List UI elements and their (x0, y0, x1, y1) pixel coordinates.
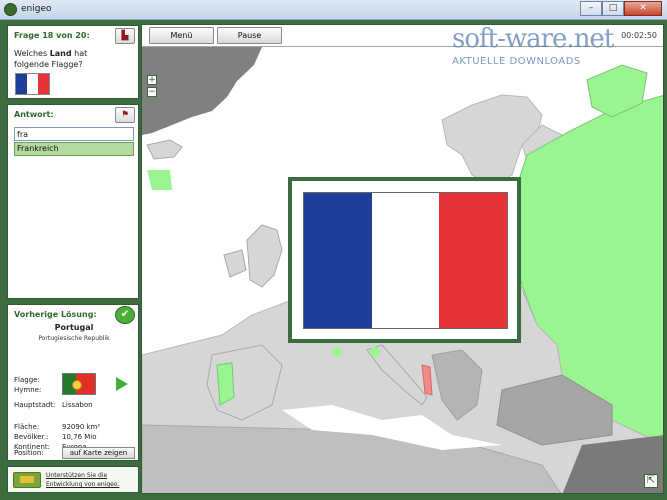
population-label: Bevölker.: (14, 433, 49, 441)
watermark-brand: soft-ware.net (452, 24, 614, 54)
portugal[interactable] (216, 362, 235, 406)
previous-solution-panel: Vorherige Lösung: ✔ Portugal Portugiesis… (7, 304, 139, 461)
flag-large-stripe-3 (439, 193, 508, 328)
answer-title: Antwort: (14, 110, 54, 119)
question-flag-large (303, 192, 508, 329)
area-value: 92090 km² (62, 423, 101, 431)
play-anthem-icon[interactable] (116, 377, 128, 391)
question-flag (15, 73, 50, 95)
close-button[interactable]: ✕ (624, 1, 662, 16)
support-link[interactable]: Unterstützen Sie die Entwicklung von eni… (46, 471, 138, 489)
flag-stripe-1 (16, 74, 27, 94)
game-timer: 00:02:50 (621, 31, 657, 40)
minimize-button[interactable]: – (580, 1, 602, 16)
previous-title: Vorherige Lösung: (14, 310, 97, 319)
title-bar: enigeo – □ ✕ (0, 0, 667, 20)
question-counter: Frage 18 von 20: (14, 31, 90, 40)
thumbs-up-icon: ✔ (115, 306, 135, 324)
answered-island-1[interactable] (332, 347, 342, 357)
money-icon (13, 472, 41, 488)
window-title: enigeo (21, 4, 52, 14)
app-frame: Frage 18 von 20: ▙ Welches Land hat folg… (3, 20, 664, 497)
previous-flag (62, 373, 96, 395)
support-line1: Unterstützen Sie die (46, 472, 108, 479)
previous-full-name: Portugiesische Republik (38, 335, 110, 342)
question-text: Welches Land hat folgende Flagge? (14, 48, 124, 70)
capital-label: Hauptstadt: (14, 401, 56, 409)
question-text-line2: folgende Flagge? (14, 60, 83, 69)
answer-suggestion[interactable]: Frankreich (14, 142, 134, 156)
app-icon (4, 3, 17, 16)
flag-stripe-2 (27, 74, 38, 94)
previous-country: Portugal (54, 323, 94, 332)
capital-value: Lissabon (62, 401, 93, 409)
question-text-post: hat (71, 49, 88, 58)
flag-large-stripe-1 (304, 193, 372, 328)
signpost-icon: ⚑ (120, 110, 130, 120)
question-text-pre: Welches (14, 49, 50, 58)
support-panel: Unterstützen Sie die Entwicklung von eni… (7, 466, 139, 493)
question-text-bold: Land (49, 49, 72, 58)
support-line2: Entwicklung von enigeo. (46, 481, 120, 488)
answer-input[interactable] (14, 127, 134, 141)
fullscreen-icon[interactable]: ⇱ (644, 474, 658, 488)
pause-button[interactable]: Pause (217, 27, 282, 44)
zoom-out-button[interactable]: − (147, 87, 157, 97)
maximize-button[interactable]: □ (602, 1, 624, 16)
flag-large-stripe-2 (371, 193, 440, 328)
hint-button[interactable]: ⚑ (115, 107, 135, 123)
flag-stripe-3 (38, 74, 49, 94)
flag-label: Flagge: (14, 376, 40, 384)
map-view[interactable]: Menü Pause 00:02:50 soft-ware.net AKTUEL… (141, 24, 664, 494)
watermark-tagline: AKTUELLE DOWNLOADS (452, 56, 581, 67)
zoom-in-button[interactable]: + (147, 75, 157, 85)
area-label: Fläche: (14, 423, 40, 431)
skip-question-button[interactable]: ▙ (115, 28, 135, 44)
show-on-map-button[interactable]: auf Karte zeigen (62, 447, 135, 459)
fort-icon: ▙ (121, 31, 129, 41)
question-panel: Frage 18 von 20: ▙ Welches Land hat folg… (7, 25, 139, 99)
answered-island-2[interactable] (370, 347, 380, 357)
window-controls: – □ ✕ (580, 1, 662, 16)
flag-popup (288, 177, 521, 343)
population-value: 10,76 Mio (62, 433, 97, 441)
position-label: Position: (14, 449, 44, 457)
menu-button[interactable]: Menü (149, 27, 214, 44)
answer-panel: Antwort: ⚑ Frankreich (7, 104, 139, 299)
anthem-label: Hymne: (14, 386, 42, 394)
